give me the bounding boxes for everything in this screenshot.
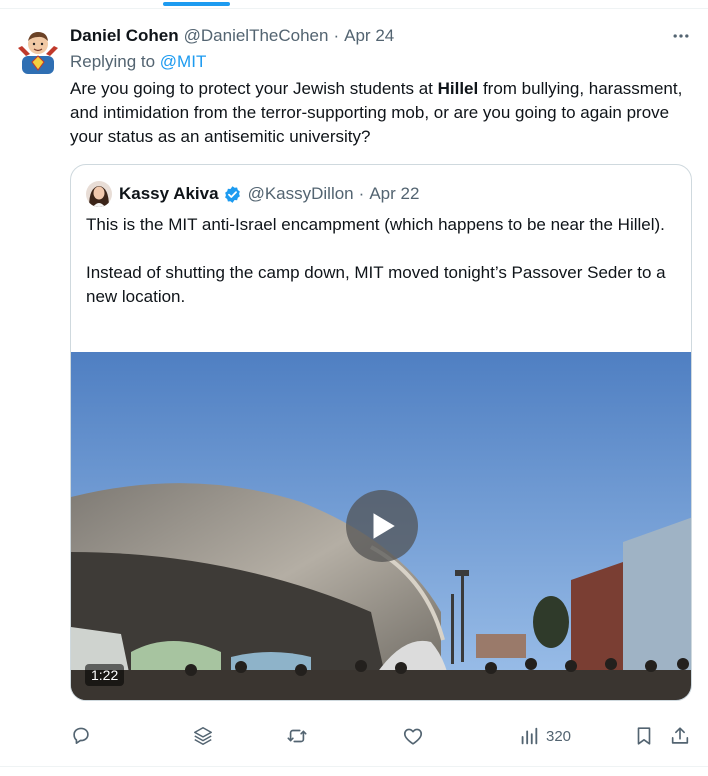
separator-dot: · [333, 26, 340, 45]
share-icon [671, 727, 689, 744]
replying-label: Replying to [70, 52, 156, 71]
quote-date[interactable]: Apr 22 [369, 184, 419, 204]
quote-author-handle[interactable]: @KassyDillon [248, 184, 354, 204]
quote-author-avatar[interactable] [86, 181, 112, 207]
quote-paragraph-2: Instead of shutting the camp down, MIT m… [86, 263, 666, 306]
views-button[interactable]: 320 [518, 720, 571, 752]
replying-mention-link[interactable]: @MIT [160, 52, 207, 71]
quote-paragraph-1: This is the MIT anti-Israel encampment (… [86, 215, 665, 234]
reply-button[interactable] [70, 720, 92, 752]
video-player[interactable]: 1:22 [71, 352, 691, 700]
layers-button[interactable] [192, 720, 214, 752]
layers-icon [194, 727, 212, 745]
tweet-text-bold: Hillel [437, 79, 479, 98]
tweet-text-start: Are you going to protect your Jewish stu… [70, 79, 438, 98]
quote-text: This is the MIT anti-Israel encampment (… [86, 213, 678, 309]
retweet-button[interactable] [286, 720, 308, 752]
retweet-icon [287, 729, 307, 743]
quoted-tweet[interactable]: Kassy Akiva @KassyDillon · Apr 22 This i… [70, 164, 692, 701]
tab-indicator [163, 2, 230, 6]
tweet-text: Are you going to protect your Jewish stu… [70, 77, 690, 149]
tweet-date[interactable]: Apr 24 [344, 26, 394, 46]
reply-icon [73, 727, 89, 744]
quote-header: Kassy Akiva @KassyDillon · Apr 22 [86, 181, 419, 207]
play-icon[interactable] [346, 490, 418, 562]
separator-dot: · [358, 184, 365, 203]
bookmark-button[interactable] [633, 720, 655, 752]
like-button[interactable] [402, 720, 424, 752]
share-button[interactable] [669, 720, 691, 752]
divider [0, 8, 708, 9]
views-count: 320 [546, 727, 572, 745]
tweet-header: Daniel Cohen @DanielTheCohen · Apr 24 [70, 26, 648, 48]
verified-badge-icon [224, 185, 240, 203]
action-bar: 320 [70, 720, 698, 752]
views-icon [521, 727, 538, 745]
quote-author-name[interactable]: Kassy Akiva [119, 184, 219, 204]
divider [0, 766, 708, 767]
author-name[interactable]: Daniel Cohen [70, 26, 179, 46]
replying-to: Replying to @MIT [70, 52, 206, 72]
video-duration: 1:22 [85, 664, 125, 686]
more-dots-icon[interactable] [668, 24, 694, 48]
heart-icon [403, 728, 423, 745]
author-avatar[interactable] [16, 26, 60, 74]
bookmark-icon [637, 727, 651, 745]
author-handle[interactable]: @DanielTheCohen [184, 26, 329, 46]
